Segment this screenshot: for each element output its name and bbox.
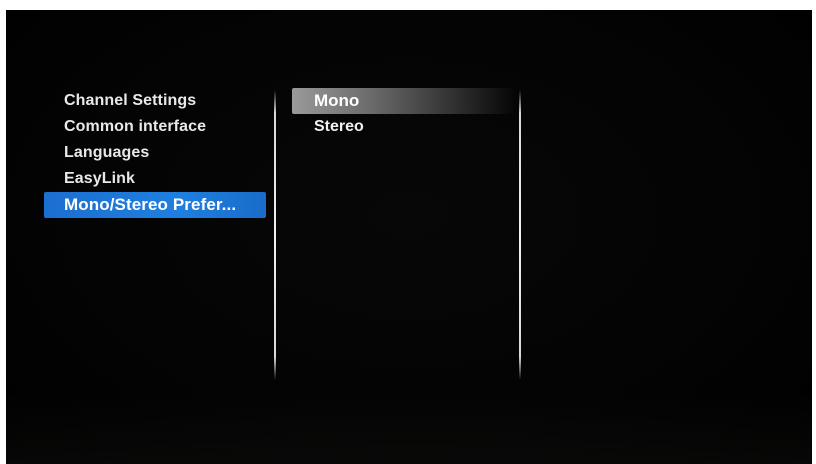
option-stereo[interactable]: Stereo — [292, 114, 516, 140]
option-mono[interactable]: Mono — [292, 88, 516, 114]
menu-item-channel-settings[interactable]: Channel Settings — [44, 88, 266, 114]
menu-item-languages[interactable]: Languages — [44, 140, 266, 166]
menu-item-mono-stereo-preference[interactable]: Mono/Stereo Prefer... — [44, 192, 266, 218]
menu-divider-right — [519, 90, 521, 380]
settings-menu: Channel Settings Common interface Langua… — [44, 88, 266, 218]
menu-item-easylink[interactable]: EasyLink — [44, 166, 266, 192]
tv-screen: Channel Settings Common interface Langua… — [6, 10, 812, 464]
menu-item-common-interface[interactable]: Common interface — [44, 114, 266, 140]
mono-stereo-options: Mono Stereo — [292, 88, 516, 140]
screen-glare — [6, 394, 812, 464]
menu-divider-left — [274, 90, 276, 380]
